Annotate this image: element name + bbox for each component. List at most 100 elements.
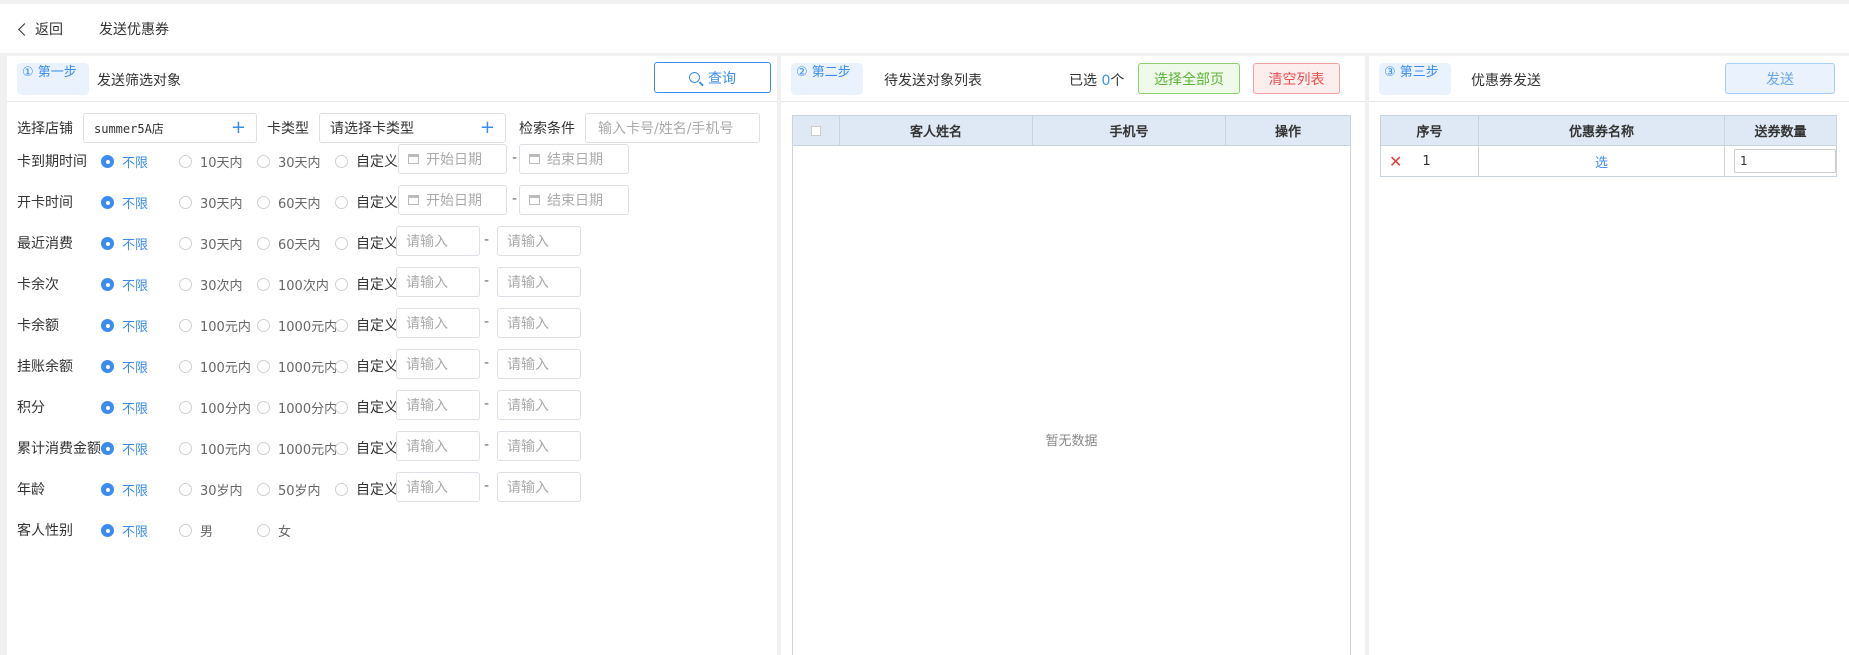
- radio-option[interactable]: 100元内: [179, 357, 251, 376]
- recipient-table-body: 暂无数据: [792, 146, 1351, 655]
- range-max-input[interactable]: 请输入: [497, 267, 581, 297]
- radio-custom[interactable]: 自定义: [335, 315, 398, 335]
- range-min-placeholder: 请输入: [406, 234, 448, 250]
- range-min-input[interactable]: 请输入: [396, 267, 480, 297]
- range-min-input[interactable]: 请输入: [396, 226, 480, 256]
- radio-custom[interactable]: 自定义: [335, 192, 398, 212]
- radio-circle-icon: [179, 442, 192, 455]
- range-max-input[interactable]: 请输入: [497, 308, 581, 338]
- search-input[interactable]: 输入卡号/姓名/手机号: [585, 113, 760, 143]
- radio-custom[interactable]: 自定义: [335, 438, 398, 458]
- radio-option[interactable]: 1000元内: [257, 316, 337, 335]
- range-max-input[interactable]: 请输入: [497, 349, 581, 379]
- condition-row: 开卡时间 不限 30天内 60天内 自定义 开始日期 - 结束日期: [17, 185, 777, 217]
- radio-option[interactable]: 60天内: [257, 193, 321, 212]
- radio-label: 自定义: [356, 441, 398, 457]
- radio-custom[interactable]: 自定义: [335, 356, 398, 376]
- radio-option[interactable]: 100元内: [179, 439, 251, 458]
- radio-option[interactable]: 100分内: [179, 398, 251, 417]
- radio-option[interactable]: 30次内: [179, 275, 243, 294]
- select-all-checkbox[interactable]: [811, 125, 821, 136]
- radio-custom[interactable]: 自定义: [335, 397, 398, 417]
- filter-bar: 选择店铺 summer5A店 + 卡类型 请选择卡类型 + 检索条件 输入卡号/…: [17, 113, 760, 143]
- radio-custom[interactable]: 自定义: [335, 479, 398, 499]
- start-date-input[interactable]: 开始日期: [398, 144, 507, 174]
- search-icon: [689, 72, 700, 83]
- end-date-input[interactable]: 结束日期: [519, 144, 629, 174]
- calendar-icon: [408, 195, 419, 205]
- range-dash: -: [484, 478, 490, 494]
- radio-option[interactable]: 不限: [101, 152, 148, 171]
- radio-circle-icon: [179, 278, 192, 291]
- radio-option[interactable]: 不限: [101, 521, 148, 540]
- store-select[interactable]: summer5A店 +: [83, 113, 257, 143]
- radio-circle-icon: [179, 155, 192, 168]
- radio-circle-icon: [101, 237, 114, 250]
- radio-option[interactable]: 女: [257, 521, 291, 540]
- radio-option[interactable]: 1000元内: [257, 357, 337, 376]
- radio-option[interactable]: 1000分内: [257, 398, 337, 417]
- range-min-input[interactable]: 请输入: [396, 431, 480, 461]
- col-index: 序号: [1381, 116, 1479, 145]
- range-max-placeholder: 请输入: [507, 357, 549, 373]
- back-button[interactable]: 返回: [18, 19, 63, 39]
- radio-label: 不限: [122, 484, 149, 499]
- radio-option[interactable]: 1000元内: [257, 439, 337, 458]
- radio-option[interactable]: 不限: [101, 357, 148, 376]
- radio-option[interactable]: 不限: [101, 480, 148, 499]
- radio-circle-icon: [257, 237, 270, 250]
- search-label: 检索条件: [519, 121, 575, 137]
- radio-circle-icon: [335, 236, 348, 250]
- step3-header: ③ 第三步 优惠券发送 发送: [1369, 56, 1849, 102]
- radio-option[interactable]: 100元内: [179, 316, 251, 335]
- select-all-pages-button[interactable]: 选择全部页: [1138, 63, 1240, 94]
- condition-row: 卡余次 不限 30次内 100次内 自定义 请输入 - 请输入: [17, 267, 777, 299]
- condition-label: 积分: [17, 400, 45, 416]
- query-button[interactable]: 查询: [654, 62, 771, 93]
- radio-custom[interactable]: 自定义: [335, 151, 398, 171]
- radio-circle-icon: [257, 319, 270, 332]
- radio-label: 30天内: [200, 197, 243, 212]
- range-max-input[interactable]: 请输入: [497, 226, 581, 256]
- radio-option[interactable]: 不限: [101, 316, 148, 335]
- clear-list-button[interactable]: 清空列表: [1253, 63, 1340, 94]
- radio-option[interactable]: 不限: [101, 439, 148, 458]
- range-min-input[interactable]: 请输入: [396, 308, 480, 338]
- radio-option[interactable]: 50岁内: [257, 480, 321, 499]
- radio-option[interactable]: 不限: [101, 275, 148, 294]
- radio-option[interactable]: 30天内: [179, 234, 243, 253]
- delete-icon[interactable]: ✕: [1389, 152, 1402, 171]
- range-max-input[interactable]: 请输入: [497, 431, 581, 461]
- radio-circle-icon: [335, 318, 348, 332]
- radio-custom[interactable]: 自定义: [335, 274, 398, 294]
- send-button[interactable]: 发送: [1725, 63, 1835, 94]
- radio-option[interactable]: 不限: [101, 398, 148, 417]
- range-dash: -: [512, 150, 518, 166]
- radio-option[interactable]: 100次内: [257, 275, 329, 294]
- radio-option[interactable]: 10天内: [179, 152, 243, 171]
- radio-circle-icon: [179, 237, 192, 250]
- radio-custom[interactable]: 自定义: [335, 233, 398, 253]
- range-min-input[interactable]: 请输入: [396, 349, 480, 379]
- radio-option[interactable]: 不限: [101, 234, 148, 253]
- radio-circle-icon: [101, 524, 114, 537]
- radio-option[interactable]: 30天内: [179, 193, 243, 212]
- radio-label: 1000元内: [278, 320, 338, 335]
- radio-label: 自定义: [356, 154, 398, 170]
- cardtype-select[interactable]: 请选择卡类型 +: [319, 113, 506, 143]
- start-date-placeholder: 开始日期: [426, 193, 482, 209]
- range-max-input[interactable]: 请输入: [497, 390, 581, 420]
- range-max-placeholder: 请输入: [507, 316, 549, 332]
- radio-option[interactable]: 60天内: [257, 234, 321, 253]
- start-date-input[interactable]: 开始日期: [398, 185, 507, 215]
- radio-option[interactable]: 不限: [101, 193, 148, 212]
- radio-option[interactable]: 30天内: [257, 152, 321, 171]
- radio-option[interactable]: 30岁内: [179, 480, 243, 499]
- range-min-input[interactable]: 请输入: [396, 390, 480, 420]
- radio-option[interactable]: 男: [179, 521, 213, 540]
- choose-coupon-link[interactable]: 选: [1595, 152, 1608, 171]
- range-max-input[interactable]: 请输入: [497, 472, 581, 502]
- end-date-input[interactable]: 结束日期: [519, 185, 629, 215]
- quantity-input[interactable]: 1: [1734, 149, 1836, 173]
- range-min-input[interactable]: 请输入: [396, 472, 480, 502]
